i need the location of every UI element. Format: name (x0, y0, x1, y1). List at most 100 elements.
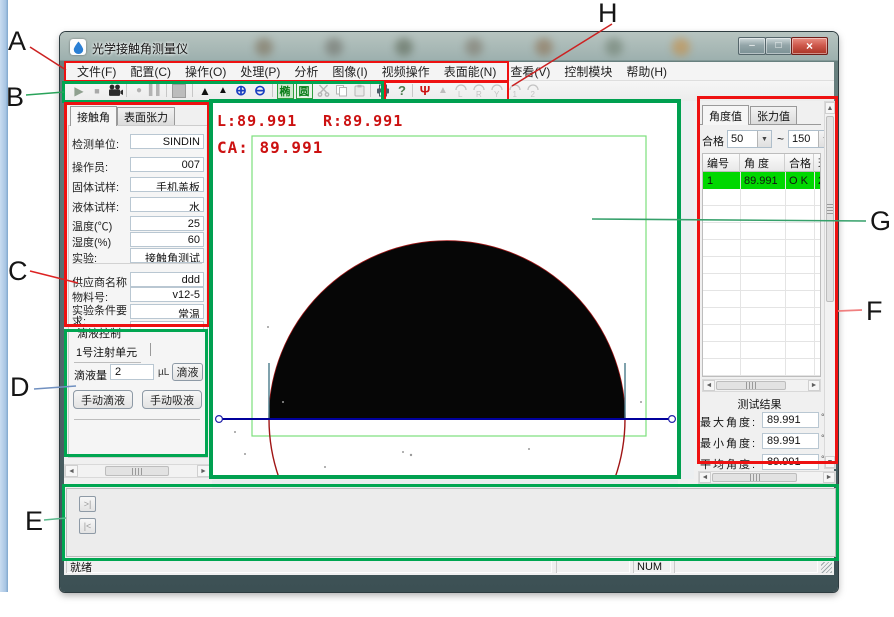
scroll-right-arrow[interactable]: ► (808, 380, 820, 391)
scroll-thumb[interactable] (105, 466, 169, 476)
scroll-left-arrow[interactable]: ◄ (703, 380, 715, 391)
col-header-angle[interactable]: 角 度 (740, 154, 785, 172)
step-forward-button[interactable]: >| (79, 496, 96, 512)
angle-left-icon[interactable]: L (452, 82, 470, 99)
tab-angle-values[interactable]: 角度值 (702, 105, 749, 125)
col-header-no[interactable]: 编号 (703, 154, 740, 172)
circle-fit-icon[interactable]: 圆 (295, 82, 313, 99)
injection-unit-tab[interactable]: 1号注射单元 (74, 343, 141, 363)
scroll-left-arrow[interactable]: ◄ (699, 472, 711, 483)
copy-icon[interactable] (332, 82, 350, 99)
menu-video[interactable]: 视频操作 (375, 63, 437, 80)
avg-angle-label: 平均角度: (700, 456, 757, 472)
col-header-pass[interactable]: 合格 (785, 154, 814, 172)
stop-icon[interactable]: ■ (88, 82, 106, 99)
min-angle-value[interactable]: 89.991 (762, 433, 819, 449)
minimize-button[interactable]: – (738, 37, 766, 55)
print-icon[interactable] (374, 82, 392, 99)
image-vertical-scrollbar[interactable] (680, 101, 694, 479)
step-back-button[interactable]: |< (79, 518, 96, 534)
title-bar[interactable]: 光学接触角测量仪 – □ × (60, 32, 838, 62)
close-button[interactable]: × (791, 37, 828, 55)
manual-suck-button[interactable]: 手动吸液 (142, 390, 202, 409)
camera-icon[interactable] (106, 82, 124, 99)
col-header-clipped[interactable]: 现 (814, 154, 820, 172)
solid-sample-input[interactable]: 手机盖板 (130, 177, 204, 192)
menu-help[interactable]: 帮助(H) (619, 63, 674, 80)
annotation-line-b (26, 92, 64, 95)
drop-image-area[interactable]: L:89.991 R:89.991 CA: 89.991 (212, 101, 678, 479)
scroll-thumb[interactable] (207, 247, 211, 293)
scroll-thumb[interactable] (716, 381, 786, 390)
angle-2-icon[interactable]: 2 (524, 82, 542, 99)
table-horizontal-scrollbar[interactable]: ◄ ► (702, 379, 821, 392)
right-panel-vertical-scrollbar[interactable]: ▲ ▼ (824, 101, 836, 469)
tab-contact-angle[interactable]: 接触角 (70, 106, 117, 126)
scroll-right-arrow[interactable]: ► (197, 465, 210, 477)
capture-frame-icon[interactable] (170, 82, 188, 99)
scroll-up-arrow[interactable]: ▲ (825, 102, 835, 114)
material-no-input[interactable]: v12-5 (130, 287, 204, 302)
menu-view[interactable]: 查看(V) (503, 63, 557, 80)
angle-right-icon[interactable]: R (470, 82, 488, 99)
menu-image[interactable]: 图像(I) (325, 63, 374, 80)
menu-file[interactable]: 文件(F) (70, 63, 123, 80)
volume-input[interactable]: 2 (110, 364, 154, 380)
crosshair-circle-icon[interactable]: ⊕ (232, 82, 250, 99)
play-icon[interactable]: ▶ (70, 82, 88, 99)
left-panel-horizontal-scrollbar[interactable]: ◄ ► (64, 464, 211, 478)
help-icon[interactable]: ? (393, 82, 411, 99)
condition-input[interactable]: 常温 (130, 304, 204, 319)
supplier-input[interactable]: ddd (130, 272, 204, 287)
menu-control-module[interactable]: 控制模块 (557, 63, 619, 80)
app-window: 光学接触角测量仪 – □ × 文件(F) 配置(C) 操作(O) 处理(P) 分… (60, 32, 838, 592)
menu-operate[interactable]: 操作(O) (178, 63, 233, 80)
svg-text:1: 1 (513, 90, 518, 98)
avg-angle-value[interactable]: 89.991 (762, 454, 819, 470)
scroll-right-arrow[interactable]: ► (823, 472, 835, 483)
image-horizontal-scrollbar[interactable] (212, 480, 678, 488)
drop-shape-small-icon[interactable]: ▲ (214, 82, 232, 99)
ellipse-fit-icon[interactable]: 椭 (276, 82, 294, 99)
cut-icon[interactable] (314, 82, 332, 99)
annotation-letter-b: B (6, 82, 24, 113)
detect-unit-input[interactable]: SINDIN (130, 134, 204, 149)
angle-y-icon[interactable]: Y (488, 82, 506, 99)
baseline-circle-icon[interactable]: ⊖ (251, 82, 269, 99)
tab-surface-tension[interactable]: 表面张力 (117, 107, 175, 125)
record-icon[interactable]: ● (130, 82, 148, 99)
menu-surface-energy[interactable]: 表面能(N) (437, 63, 504, 80)
right-panel-horizontal-scrollbar[interactable]: ◄ ► (698, 471, 836, 484)
annotation-letter-c: C (8, 256, 28, 287)
experiment-input[interactable]: 接触角测试 (130, 248, 204, 263)
chevron-down-icon[interactable]: ▼ (757, 131, 771, 147)
temperature-input[interactable]: 25 (130, 216, 204, 231)
manual-drop-button[interactable]: 手动滴液 (73, 390, 133, 409)
scroll-left-arrow[interactable]: ◄ (65, 465, 78, 477)
maximize-button[interactable]: □ (765, 37, 792, 55)
cell-pass: O K (785, 172, 814, 189)
pause-icon[interactable]: ▌▌ (147, 82, 165, 99)
humidity-input[interactable]: 60 (130, 232, 204, 247)
menu-process[interactable]: 处理(P) (233, 63, 287, 80)
drop-gray-icon[interactable]: ▲ (434, 82, 452, 99)
paste-icon[interactable] (350, 82, 368, 99)
dispense-hand-icon[interactable]: Ψ (416, 82, 434, 99)
menu-config[interactable]: 配置(C) (123, 63, 178, 80)
scroll-thumb[interactable] (712, 473, 797, 482)
menu-analyze[interactable]: 分析 (287, 63, 325, 80)
max-angle-value[interactable]: 89.991 (762, 412, 819, 428)
tab-tension-values[interactable]: 张力值 (750, 106, 797, 124)
liquid-sample-input[interactable]: 水 (130, 197, 204, 212)
operator-input[interactable]: 007 (130, 157, 204, 172)
grid-vline (740, 172, 741, 376)
table-row[interactable]: 1 89.991 O K 2 (703, 172, 820, 189)
angle-1-icon[interactable]: 1 (506, 82, 524, 99)
scroll-thumb[interactable] (826, 116, 834, 302)
svg-text:R: R (476, 90, 482, 98)
pass-min-combobox[interactable]: 50 ▼ (727, 130, 772, 148)
resize-grip[interactable] (821, 562, 832, 573)
scroll-down-arrow[interactable]: ▼ (825, 456, 835, 468)
drop-shape-large-icon[interactable]: ▲ (196, 82, 214, 99)
drop-button[interactable]: 滴液 (172, 363, 203, 381)
